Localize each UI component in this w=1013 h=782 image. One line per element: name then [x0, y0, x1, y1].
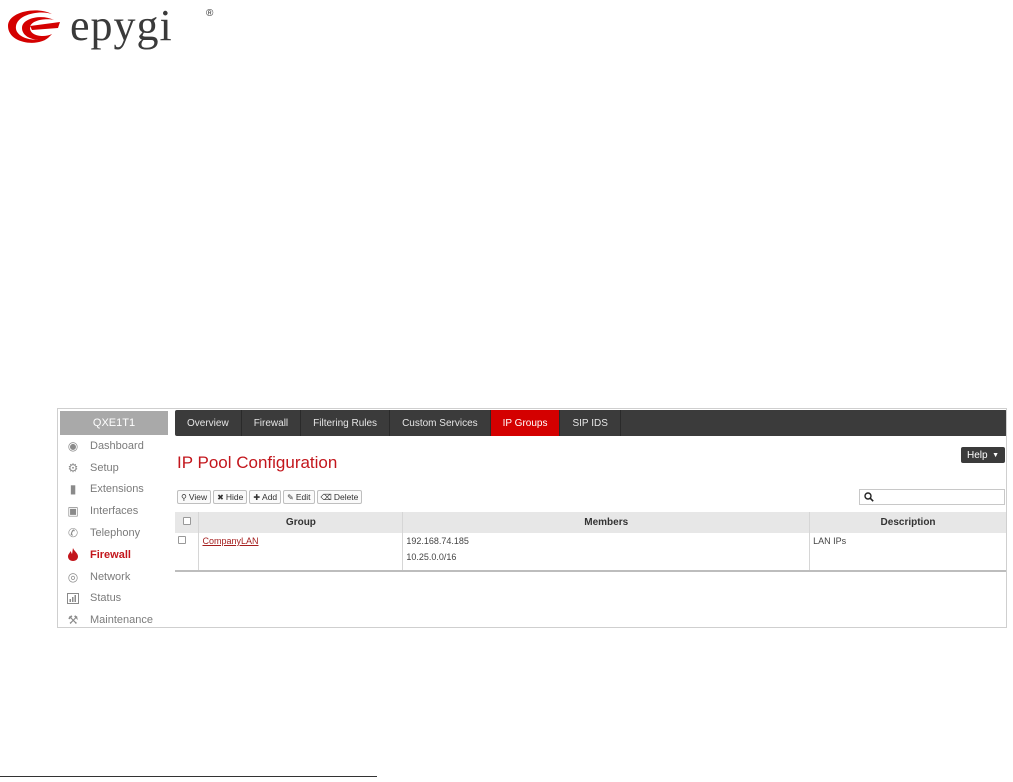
trash-icon: ⌫ — [320, 492, 332, 502]
sidebar-item-label: Extensions — [90, 483, 144, 496]
interfaces-icon: ▣ — [67, 504, 79, 519]
pin-icon: ✖ — [217, 492, 224, 502]
toolbar: ⚲ View ✖ Hide ✚ Add ✎ Edit ⌫ Delete — [177, 490, 363, 504]
flame-icon — [66, 548, 80, 562]
search-input[interactable] — [859, 489, 1005, 505]
members-cell: 192.168.74.185 10.25.0.0/16 — [402, 533, 811, 572]
tab-overview[interactable]: Overview — [175, 410, 242, 436]
lightbulb-icon: ⚲ — [181, 492, 187, 502]
app-window: QXE1T1 ◉ Dashboard ⚙ Setup ▮ Extensions … — [57, 408, 1007, 628]
sidebar-item-interfaces[interactable]: ▣ Interfaces — [58, 500, 170, 522]
device-name: QXE1T1 — [60, 411, 168, 435]
pencil-icon: ✎ — [287, 492, 294, 502]
add-button[interactable]: ✚ Add — [249, 490, 282, 504]
sidebar-item-firewall[interactable]: Firewall — [58, 544, 170, 566]
delete-button[interactable]: ⌫ Delete — [316, 490, 363, 504]
sidebar-item-maintenance[interactable]: ⚒ Maintenance — [58, 609, 170, 628]
view-button[interactable]: ⚲ View — [177, 490, 212, 504]
plus-icon: ✚ — [253, 492, 261, 502]
tab-custom-services[interactable]: Custom Services — [390, 410, 491, 436]
select-all-checkbox[interactable] — [182, 517, 191, 525]
tab-sip-ids[interactable]: SIP IDS — [560, 410, 621, 436]
sidebar-item-label: Telephony — [90, 527, 141, 540]
member-item: 192.168.74.185 — [406, 536, 469, 546]
edit-button-label: Edit — [295, 492, 311, 502]
top-navigation: Overview Firewall Filtering Rules Custom… — [175, 410, 1006, 436]
ip-groups-table: Group Members Description CompanyLAN 192… — [175, 512, 1006, 572]
epygi-logo: epygi ® — [0, 0, 230, 50]
tab-firewall[interactable]: Firewall — [242, 410, 302, 436]
page-title: IP Pool Configuration — [177, 453, 338, 472]
sidebar: QXE1T1 ◉ Dashboard ⚙ Setup ▮ Extensions … — [58, 409, 170, 627]
search-icon — [864, 492, 874, 502]
main-content: Overview Firewall Filtering Rules Custom… — [175, 409, 1006, 627]
sidebar-item-network[interactable]: ◎ Network — [58, 566, 170, 588]
view-button-label: View — [188, 492, 208, 502]
member-item: 10.25.0.0/16 — [406, 552, 457, 562]
caret-down-icon: ▼ — [992, 451, 999, 459]
members-column-header: Members — [402, 512, 811, 533]
sidebar-item-extensions[interactable]: ▮ Extensions — [58, 479, 170, 501]
table-header-row: Group Members Description — [175, 512, 1006, 533]
sidebar-item-label: Setup — [90, 461, 119, 474]
globe-icon: ◎ — [67, 569, 79, 584]
book-icon: ▮ — [69, 482, 77, 497]
delete-button-label: Delete — [333, 492, 359, 502]
description-column-header: Description — [809, 512, 1006, 533]
epygi-logo-mark — [8, 10, 60, 43]
add-button-label: Add — [262, 492, 278, 502]
sidebar-item-dashboard[interactable]: ◉ Dashboard — [58, 435, 170, 457]
table-row: CompanyLAN 192.168.74.185 10.25.0.0/16 L… — [175, 533, 1006, 572]
sidebar-item-status[interactable]: Status — [58, 588, 170, 610]
group-link[interactable]: CompanyLAN — [202, 536, 258, 546]
sidebar-item-setup[interactable]: ⚙ Setup — [58, 457, 170, 479]
logo-registered-mark: ® — [206, 8, 214, 19]
dashboard-icon: ◉ — [67, 438, 79, 453]
sidebar-item-label: Interfaces — [90, 505, 139, 518]
sidebar-item-label: Dashboard — [90, 439, 144, 452]
help-button[interactable]: Help ▼ — [961, 447, 1005, 463]
row-select-cell — [175, 533, 200, 572]
sidebar-item-telephony[interactable]: ✆ Telephony — [58, 522, 170, 544]
edit-button[interactable]: ✎ Edit — [283, 490, 315, 504]
sidebar-item-label: Firewall — [90, 548, 131, 561]
wrench-icon: ⚒ — [67, 613, 79, 628]
help-button-label: Help — [967, 449, 988, 461]
group-cell: CompanyLAN — [198, 533, 404, 572]
gear-icon: ⚙ — [67, 460, 79, 475]
hide-button[interactable]: ✖ Hide — [213, 490, 248, 504]
hide-button-label: Hide — [225, 492, 244, 502]
tab-filtering-rules[interactable]: Filtering Rules — [301, 410, 391, 436]
sidebar-item-label: Network — [90, 570, 131, 583]
chart-icon — [66, 591, 80, 605]
logo-text: epygi — [70, 1, 173, 50]
tab-ip-groups[interactable]: IP Groups — [490, 410, 561, 436]
group-column-header: Group — [198, 512, 404, 533]
row-checkbox[interactable] — [178, 536, 186, 544]
footnote-divider — [0, 776, 377, 777]
sidebar-item-label: Status — [90, 592, 122, 605]
select-all-header — [175, 512, 200, 533]
description-cell: LAN IPs — [809, 533, 1006, 572]
sidebar-item-label: Maintenance — [90, 614, 153, 627]
phone-icon: ✆ — [67, 526, 79, 541]
